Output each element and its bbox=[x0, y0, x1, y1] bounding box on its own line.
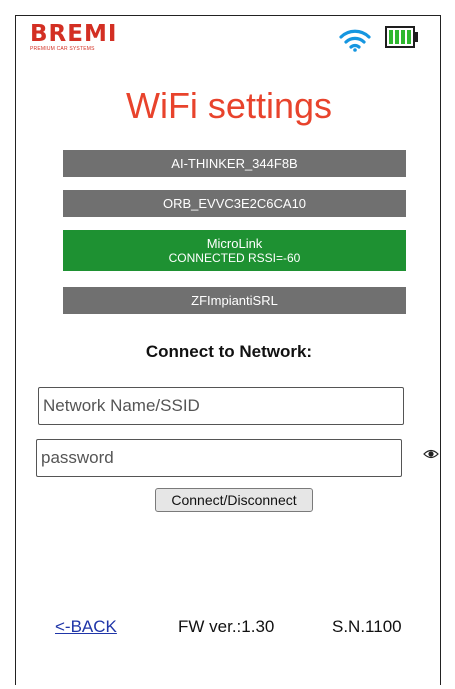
connect-disconnect-button[interactable]: Connect/Disconnect bbox=[155, 488, 313, 512]
connect-heading: Connect to Network: bbox=[145, 342, 313, 361]
network-item[interactable]: ZFImpiantiSRL bbox=[63, 287, 406, 314]
network-ssid: AI-THINKER_344F8B bbox=[171, 156, 298, 171]
eye-icon[interactable] bbox=[423, 448, 439, 460]
network-item[interactable]: AI-THINKER_344F8B bbox=[63, 150, 406, 177]
network-status: CONNECTED RSSI=-60 bbox=[168, 251, 301, 265]
network-ssid: ORB_EVVC3E2C6CA10 bbox=[162, 196, 307, 211]
firmware-version: FW ver.:1.30 bbox=[178, 617, 275, 636]
network-item[interactable]: ORB_EVVC3E2C6CA10 bbox=[63, 190, 406, 217]
app-frame: BREMI PREMIUM CAR SYSTEMS WiFi settings … bbox=[15, 15, 441, 685]
wifi-icon bbox=[339, 29, 371, 52]
page-title: WiFi settings bbox=[125, 85, 333, 126]
serial-number: S.N.1100 bbox=[332, 617, 402, 636]
battery-terminal bbox=[415, 32, 418, 42]
network-ssid: MicroLink bbox=[206, 236, 263, 251]
network-item-connected[interactable]: MicroLink CONNECTED RSSI=-60 bbox=[63, 230, 406, 271]
bremi-logo: BREMI PREMIUM CAR SYSTEMS bbox=[30, 22, 117, 52]
battery-full-icon bbox=[385, 26, 415, 48]
password-input[interactable] bbox=[36, 439, 402, 477]
back-link[interactable]: <-BACK bbox=[55, 617, 117, 637]
logo-wordmark: BREMI bbox=[30, 21, 118, 47]
network-ssid: ZFImpiantiSRL bbox=[191, 293, 278, 308]
ssid-input[interactable] bbox=[38, 387, 404, 425]
